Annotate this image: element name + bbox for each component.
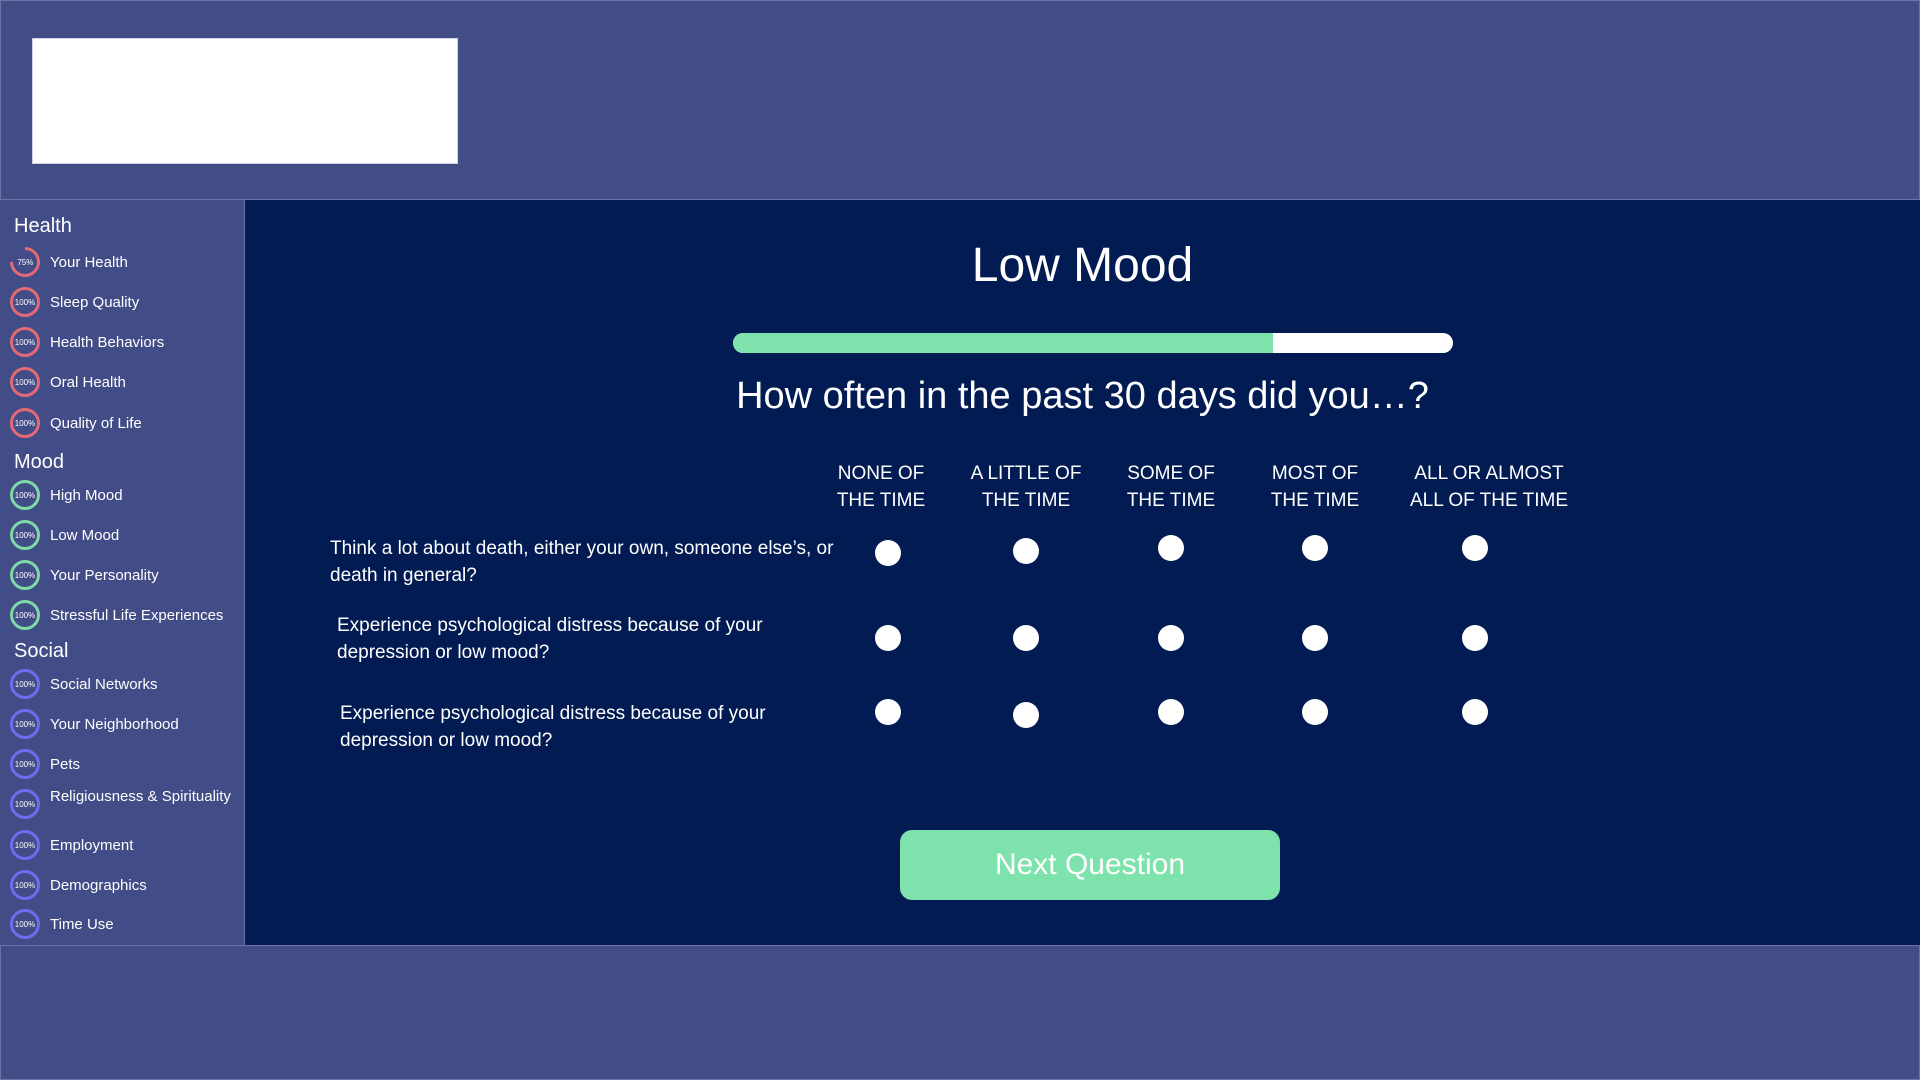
sidebar-item-label: High Mood <box>50 486 123 504</box>
sidebar-item-label: Quality of Life <box>50 414 142 432</box>
radio-q1-all[interactable] <box>1462 535 1488 561</box>
progress-ring-icon: 100% <box>10 789 40 819</box>
sidebar-item-your-health[interactable]: 75% Your Health <box>3 240 242 284</box>
progress-ring-icon: 100% <box>10 560 40 590</box>
radio-q3-all[interactable] <box>1462 699 1488 725</box>
sidebar-item-pets[interactable]: 100% Pets <box>10 746 242 782</box>
section-title-social: Social <box>14 640 69 662</box>
progress-bar <box>733 333 1453 353</box>
progress-ring-icon: 100% <box>10 749 40 779</box>
sidebar-item-label: Low Mood <box>50 526 120 544</box>
radio-q1-none[interactable] <box>875 540 901 566</box>
sidebar-item-label: Pets <box>50 755 81 773</box>
sidebar-item-health-behaviors[interactable]: 100% Health Behaviors <box>10 324 242 360</box>
sidebar-item-sleep-quality[interactable]: 100% Sleep Quality <box>10 284 242 320</box>
progress-ring-icon: 100% <box>10 909 40 939</box>
progress-ring-icon: 100% <box>10 600 40 630</box>
sidebar-item-label: Your Neighborhood <box>50 715 179 733</box>
sidebar-item-stressful-life-experiences[interactable]: 100% Stressful Life Experiences <box>10 597 242 633</box>
sidebar-item-quality-of-life[interactable]: 100% Quality of Life <box>10 405 242 441</box>
column-header-most: MOST OF THE TIME <box>1270 463 1360 511</box>
progress-ring-icon: 100% <box>10 480 40 510</box>
sidebar-item-religiousness-spirituality[interactable]: 100% Religiousness & Spirituality <box>10 786 242 822</box>
progress-ring-icon: 100% <box>10 367 40 397</box>
sidebar-item-label: Oral Health <box>50 373 126 391</box>
sidebar-item-label: Demographics <box>50 876 147 894</box>
radio-q3-some[interactable] <box>1158 699 1184 725</box>
radio-q2-most[interactable] <box>1302 625 1328 651</box>
divider-bottom <box>0 945 1920 946</box>
radio-q2-a-little[interactable] <box>1013 625 1039 651</box>
progress-bar-fill <box>733 333 1273 353</box>
column-header-all: ALL OR ALMOST ALL OF THE TIME <box>1409 463 1569 511</box>
sidebar-item-label: Sleep Quality <box>50 293 140 311</box>
sidebar-item-low-mood[interactable]: 100% Low Mood <box>10 517 242 553</box>
question-text: Experience psychological distress becaus… <box>337 615 763 663</box>
radio-q3-most[interactable] <box>1302 699 1328 725</box>
sidebar-item-demographics[interactable]: 100% Demographics <box>10 867 242 903</box>
progress-ring-icon: 100% <box>10 327 40 357</box>
radio-q2-some[interactable] <box>1158 625 1184 651</box>
radio-q1-most[interactable] <box>1302 535 1328 561</box>
next-question-button[interactable]: Next Question <box>900 830 1280 900</box>
sidebar-item-your-neighborhood[interactable]: 100% Your Neighborhood <box>10 706 242 742</box>
question-text: Experience psychological distress becaus… <box>340 703 766 751</box>
sidebar-item-label: Health Behaviors <box>50 333 165 351</box>
sidebar-item-label: Religiousness & Spirituality <box>50 788 231 805</box>
sidebar-item-social-networks[interactable]: 100% Social Networks <box>10 666 242 702</box>
progress-ring-icon: 100% <box>10 408 40 438</box>
survey-panel: Low Mood How often in the past 30 days d… <box>245 200 1920 945</box>
radio-q2-all[interactable] <box>1462 625 1488 651</box>
radio-q2-none[interactable] <box>875 625 901 651</box>
sidebar-item-employment[interactable]: 100% Employment <box>10 827 242 863</box>
question-text: Think a lot about death, either your own… <box>330 538 834 586</box>
progress-ring-icon: 100% <box>10 830 40 860</box>
sidebar-item-high-mood[interactable]: 100% High Mood <box>10 477 242 513</box>
progress-ring-icon: 100% <box>10 520 40 550</box>
section-title-mood: Mood <box>14 451 65 473</box>
sidebar-item-label: Time Use <box>50 915 114 933</box>
progress-ring-icon: 100% <box>10 669 40 699</box>
sidebar-item-label: Social Networks <box>50 675 158 693</box>
radio-q1-a-little[interactable] <box>1013 538 1039 564</box>
question-prompt: How often in the past 30 days did you…? <box>736 375 1429 417</box>
radio-q3-a-little[interactable] <box>1013 702 1039 728</box>
sidebar-item-oral-health[interactable]: 100% Oral Health <box>10 364 242 400</box>
progress-ring-icon: 75% <box>3 240 47 284</box>
sidebar-item-label: Your Personality <box>50 566 159 584</box>
progress-ring-icon: 100% <box>10 870 40 900</box>
progress-ring-icon: 100% <box>10 709 40 739</box>
radio-q3-none[interactable] <box>875 699 901 725</box>
logo-placeholder <box>32 38 458 164</box>
section-title-health: Health <box>14 215 72 237</box>
radio-q1-some[interactable] <box>1158 535 1184 561</box>
sidebar-item-time-use[interactable]: 100% Time Use <box>10 906 242 942</box>
page-title: Low Mood <box>971 239 1194 292</box>
progress-ring-icon: 100% <box>10 287 40 317</box>
sidebar-item-label: Employment <box>50 836 134 854</box>
sidebar: Health 75% Your Health 100% Sleep Qualit… <box>0 200 245 945</box>
sidebar-item-your-personality[interactable]: 100% Your Personality <box>10 557 242 593</box>
sidebar-item-label: Your Health <box>50 253 128 271</box>
sidebar-item-label: Stressful Life Experiences <box>50 606 224 624</box>
